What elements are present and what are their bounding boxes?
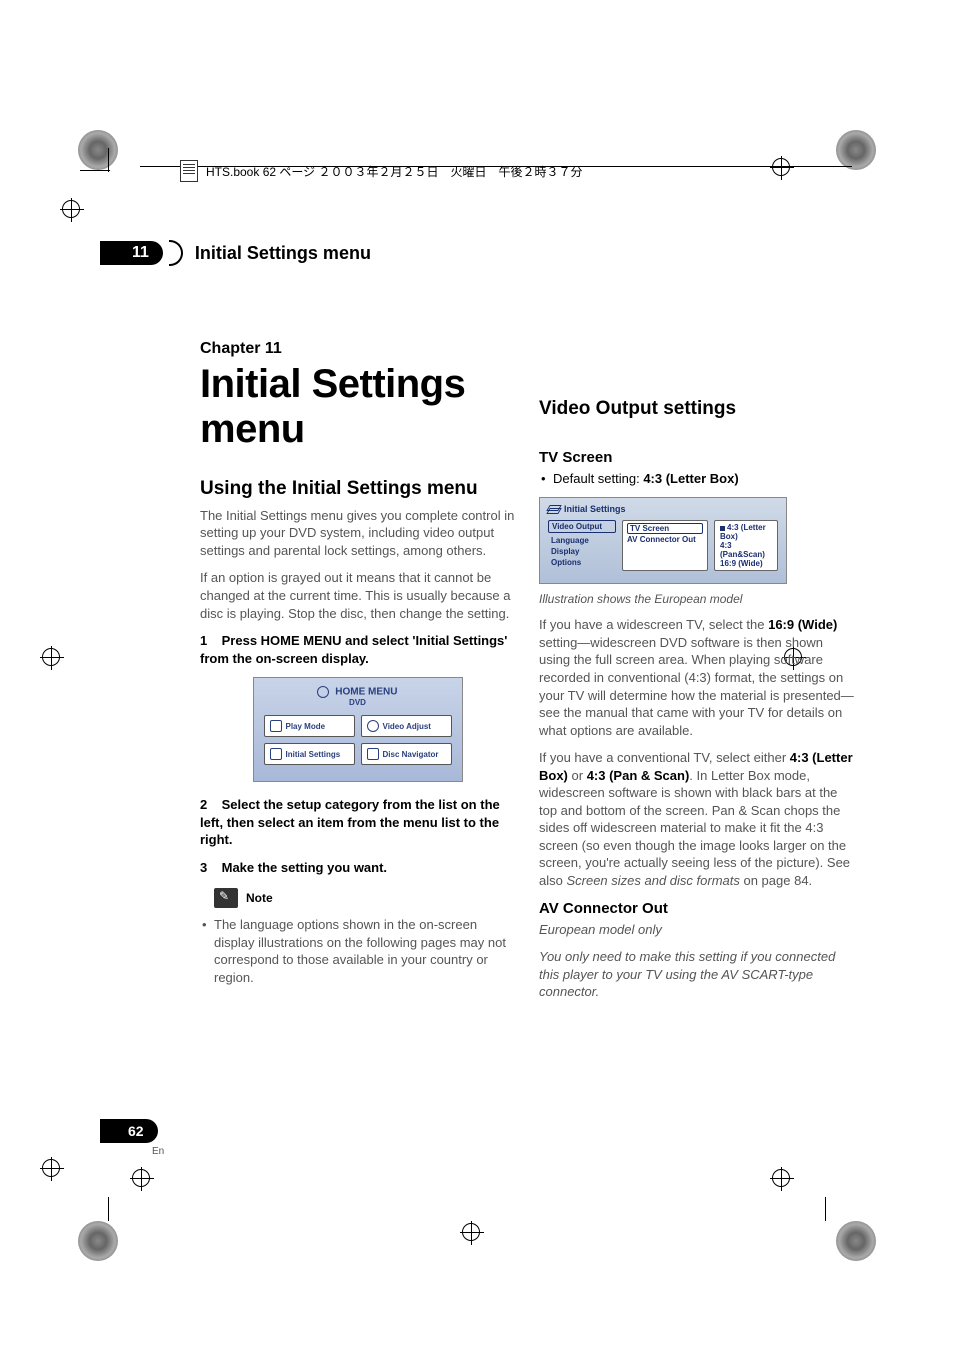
tab-number: 11 [100,241,163,265]
initial-settings-illustration: Initial Settings Video Output Language D… [539,497,787,584]
note-bullet: The language options shown in the on-scr… [200,916,515,986]
reg-mark-bl [78,1221,118,1261]
av-connection-note: You only need to make this setting if yo… [539,948,854,1001]
step-1-text: Press HOME MENU and select 'Initial Sett… [200,633,507,666]
book-header: HTS.book 62 ページ ２００３年２月２５日 火曜日 午後２時３７分 [180,160,582,182]
step-number: 1 [200,632,218,650]
crosshair-l2 [40,646,64,670]
clock-icon [317,686,329,698]
settings-panel-title: Initial Settings [548,504,778,514]
menu-item-play-mode: Play Mode [264,715,355,737]
step-1: 1 Press HOME MENU and select 'Initial Se… [200,632,515,667]
settings-categories: Video Output Language Display Options [548,520,616,571]
tv-default-setting: Default setting: 4:3 (Letter Box) [539,470,854,488]
crosshair-bl [130,1167,154,1191]
step-2-text: Select the setup category from the list … [200,797,500,847]
heading-tv-screen: TV Screen [539,449,854,466]
home-menu-title: HOME MENU DVD [264,686,452,707]
left-column: Chapter 11 Initial Settings menu Using t… [200,340,515,1011]
crop-line [80,170,110,171]
crop-line [825,1197,826,1221]
crosshair-l3 [40,1157,64,1181]
intro-paragraph-2: If an option is grayed out it means that… [200,569,515,622]
step-number: 3 [200,859,218,877]
menu-item-disc-navigator: Disc Navigator [361,743,452,765]
pencil-icon [214,888,238,908]
crosshair-bc [460,1221,484,1245]
initial-settings-icon [270,748,282,760]
crop-line [108,1197,109,1221]
av-european-note: European model only [539,921,854,939]
crosshair-tr [770,156,794,180]
home-menu-illustration: HOME MENU DVD Play Mode Video Adjust Ini… [253,677,463,782]
layers-icon [548,505,560,513]
conventional-tv-paragraph: If you have a conventional TV, select ei… [539,749,854,889]
note-label: Note [246,891,273,905]
page-number-badge: 62 [100,1119,158,1143]
main-title: Initial Settings menu [200,362,515,452]
step-3-text: Make the setting you want. [222,860,387,875]
reg-mark-tl [78,130,118,170]
page-language: En [152,1146,164,1157]
book-header-text: HTS.book 62 ページ ２００３年２月２５日 火曜日 午後２時３７分 [206,163,582,180]
crop-line [108,148,109,172]
chapter-label: Chapter 11 [200,340,515,358]
menu-item-video-adjust: Video Adjust [361,715,452,737]
book-icon [180,160,198,182]
crosshair-l1 [60,198,84,222]
tab-title: Initial Settings menu [195,243,371,264]
menu-item-initial-settings: Initial Settings [264,743,355,765]
section-using-initial-settings: Using the Initial Settings menu [200,478,515,501]
note-header: Note [214,888,515,908]
illustration-caption: Illustration shows the European model [539,592,854,606]
step-number: 2 [200,796,218,814]
chapter-tab: 11 Initial Settings menu [100,240,371,266]
crosshair-br2 [770,1167,794,1191]
video-adjust-icon [367,720,379,732]
tab-bracket-icon [169,240,183,266]
reg-mark-tr [836,130,876,170]
section-video-output: Video Output settings [539,398,854,421]
step-3: 3 Make the setting you want. [200,859,515,877]
disc-navigator-icon [367,748,379,760]
play-mode-icon [270,720,282,732]
reg-mark-br [836,1221,876,1261]
heading-av-connector: AV Connector Out [539,900,854,917]
selected-marker-icon [720,526,725,531]
intro-paragraph-1: The Initial Settings menu gives you comp… [200,507,515,560]
step-2: 2 Select the setup category from the lis… [200,796,515,849]
widescreen-paragraph: If you have a widescreen TV, select the … [539,616,854,739]
settings-values: 4:3 (Letter Box) 4:3 (Pan&Scan) 16:9 (Wi… [714,520,778,571]
settings-items: TV Screen AV Connector Out [622,520,708,571]
right-column: Video Output settings TV Screen Default … [539,340,854,1011]
